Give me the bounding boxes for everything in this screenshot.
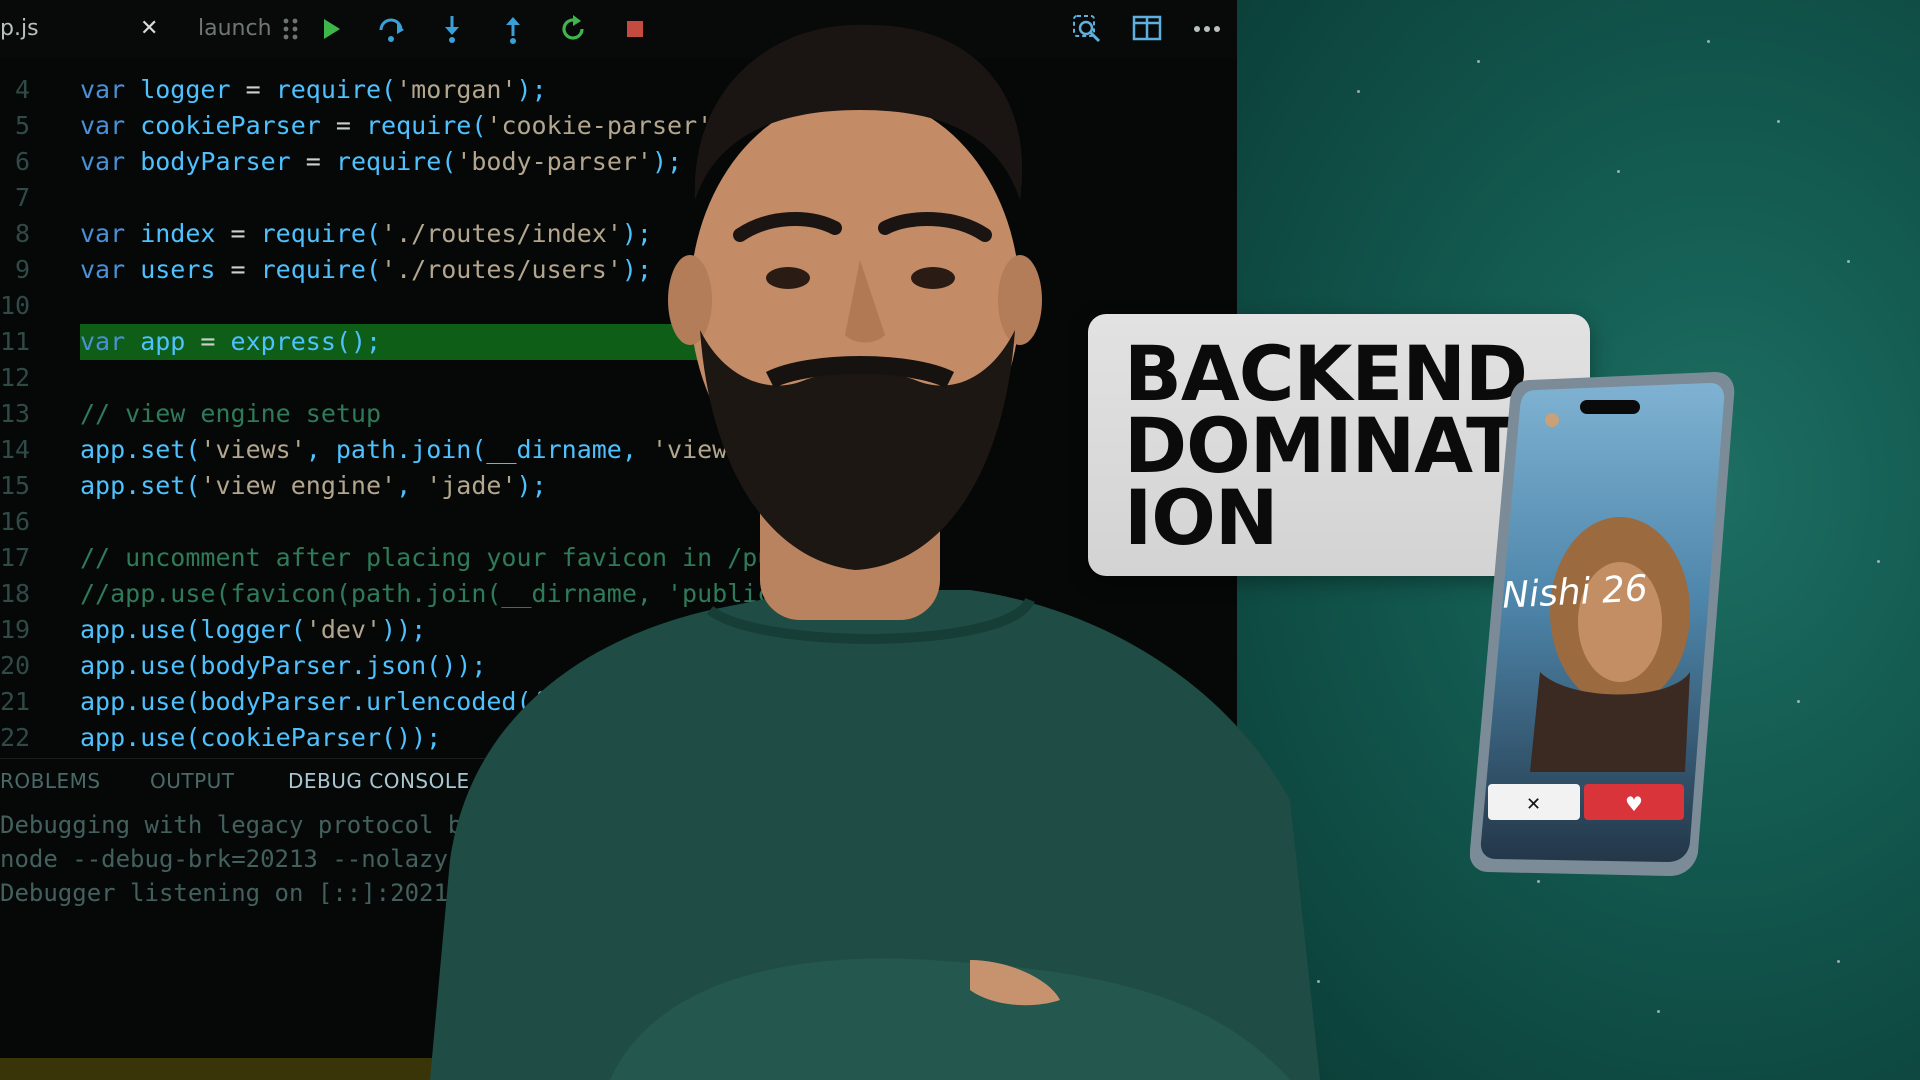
line-number: 14 [0, 435, 31, 464]
line-number: 12 [0, 363, 31, 392]
line-text: // view engine setup [80, 399, 382, 428]
step-over-icon[interactable] [374, 12, 408, 46]
line-number: 9 [14, 255, 30, 284]
launch-tab-label[interactable]: launch [198, 16, 272, 41]
tab-problems[interactable]: ROBLEMS [0, 769, 101, 793]
line-number: 18 [0, 579, 31, 608]
phone-mockup: Nishi 26 ✕ ♥ [1470, 372, 1740, 877]
line-number: 8 [14, 219, 30, 248]
line-number: 11 [0, 327, 31, 356]
tab-output[interactable]: OUTPUT [150, 769, 235, 793]
grip-icon[interactable] [274, 12, 308, 46]
phone-screen [1470, 372, 1735, 876]
profile-name: Nishi 26 [1501, 568, 1649, 617]
line-number: 5 [14, 111, 30, 140]
line-number: 15 [0, 471, 31, 500]
line-number: 22 [0, 723, 31, 752]
like-button[interactable]: ♥ [1625, 792, 1643, 816]
line-number: 16 [0, 507, 31, 536]
line-number: 10 [0, 291, 31, 320]
line-number: 21 [0, 687, 31, 716]
reject-button[interactable]: ✕ [1526, 794, 1541, 815]
line-text: var app = express(); [80, 327, 382, 356]
line-number: 20 [0, 651, 31, 680]
line-number: 4 [14, 75, 30, 104]
line-number: 17 [0, 543, 31, 572]
line-text: app.use(cookieParser()); [80, 723, 442, 752]
line-number: 7 [14, 183, 30, 212]
file-tab-label[interactable]: p.js [0, 16, 39, 41]
line-number: 19 [0, 615, 31, 644]
line-number: 6 [14, 147, 30, 176]
line-number: 13 [0, 399, 31, 428]
line-text: app.use(logger('dev')); [80, 615, 427, 644]
continue-icon[interactable] [314, 12, 348, 46]
close-tab-icon[interactable]: ✕ [140, 16, 158, 41]
